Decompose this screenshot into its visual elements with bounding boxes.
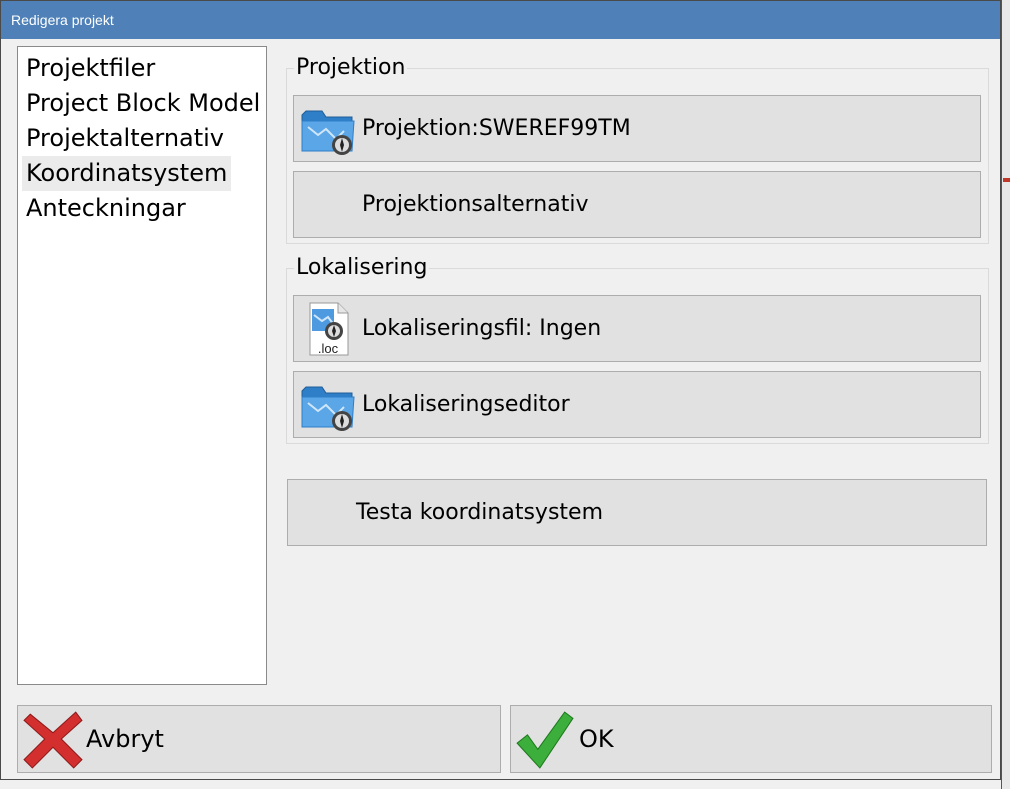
background-window-edge [1001, 0, 1010, 789]
cancel-button[interactable]: Avbryt [17, 705, 501, 773]
test-coordinate-system-label: Testa koordinatsystem [356, 500, 603, 525]
ok-button-label: OK [579, 725, 614, 753]
localization-editor-button[interactable]: Lokaliseringseditor [293, 371, 981, 438]
loc-file-icon: .loc [309, 302, 349, 356]
ok-button[interactable]: OK [510, 705, 992, 773]
dialog-title: Redigera projekt [11, 12, 114, 28]
nav-item-projektfiler[interactable]: Projektfiler [22, 51, 262, 86]
localization-file-button[interactable]: .loc Lokaliseringsfil: Ingen [293, 295, 981, 362]
nav-item-anteckningar[interactable]: Anteckningar [22, 191, 262, 226]
test-coordinate-system-button[interactable]: Testa koordinatsystem [287, 479, 987, 546]
background-marker [1003, 178, 1010, 182]
localization-file-label: Lokaliseringsfil: Ingen [362, 316, 602, 341]
nav-item-label: Koordinatsystem [22, 156, 232, 191]
nav-item-koordinatsystem[interactable]: Koordinatsystem [22, 156, 262, 191]
loc-file-icon-text: .loc [318, 341, 339, 356]
green-check-icon [516, 711, 574, 769]
nav-item-projektalternativ[interactable]: Projektalternativ [22, 121, 262, 156]
edit-project-dialog: Redigera projekt Projektfiler Project Bl… [0, 0, 1001, 780]
projection-options-label: Projektionsalternativ [362, 192, 589, 217]
projection-options-button[interactable]: Projektionsalternativ [293, 171, 981, 238]
nav-item-label: Projektalternativ [26, 124, 225, 152]
nav-item-project-block-model[interactable]: Project Block Model [22, 86, 262, 121]
localization-folder-icon [301, 386, 355, 431]
nav-item-label: Anteckningar [26, 194, 186, 222]
localization-group-label: Lokalisering [294, 255, 430, 280]
nav-item-label: Projektfiler [26, 54, 156, 82]
dialog-titlebar[interactable]: Redigera projekt [1, 1, 1000, 39]
localization-editor-label: Lokaliseringseditor [362, 392, 570, 417]
projection-button[interactable]: Projektion:SWEREF99TM [293, 95, 981, 162]
category-list[interactable]: Projektfiler Project Block Model Projekt… [17, 46, 267, 685]
projection-button-label: Projektion:SWEREF99TM [362, 116, 631, 141]
nav-item-label: Project Block Model [26, 89, 261, 117]
background-divider [1001, 0, 1002, 789]
cancel-button-label: Avbryt [86, 725, 164, 753]
projection-group-label: Projektion [294, 55, 408, 80]
red-x-icon [23, 711, 83, 769]
projection-folder-icon [301, 110, 355, 155]
